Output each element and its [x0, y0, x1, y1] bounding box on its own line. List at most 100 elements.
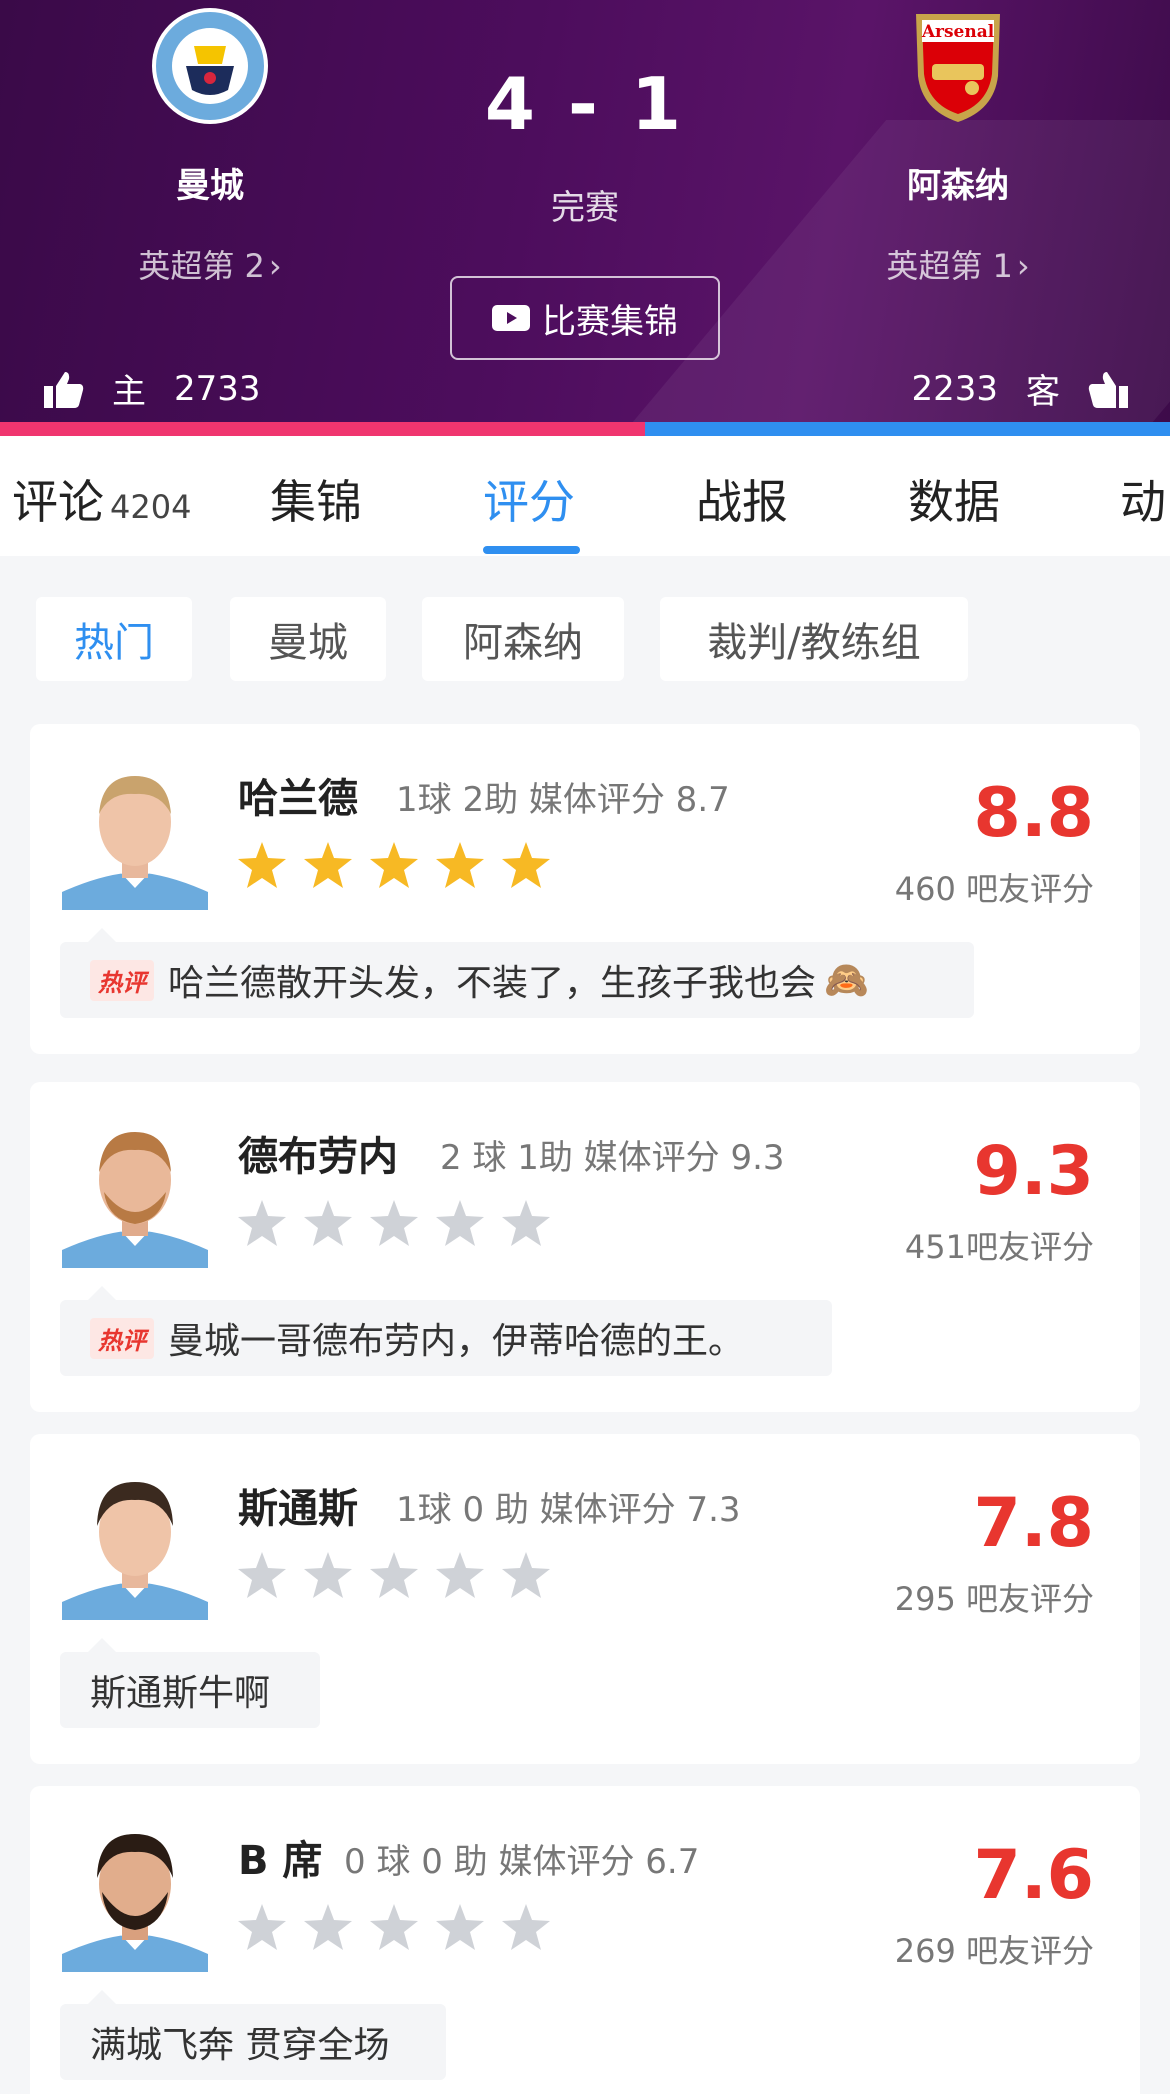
- highlights-button[interactable]: 比赛集锦: [450, 276, 720, 360]
- hot-comment[interactable]: 热评 哈兰德散开头发，不装了，生孩子我也会 🙈: [60, 928, 974, 1018]
- player-avatar: [62, 1474, 208, 1620]
- tab-highlights[interactable]: 集锦: [270, 466, 362, 532]
- star-rating[interactable]: [238, 842, 568, 888]
- filter-hot[interactable]: 热门: [36, 597, 192, 681]
- hot-comment[interactable]: 斯通斯牛啊: [60, 1638, 320, 1728]
- filter-man-city[interactable]: 曼城: [230, 597, 386, 681]
- filter-referee-coaches[interactable]: 裁判/教练组: [660, 597, 968, 681]
- comment-text: 满城飞奔 贯穿全场: [90, 2025, 390, 2066]
- chevron-right-icon: ›: [1016, 247, 1030, 285]
- player-card[interactable]: 斯通斯 1球 0 助 媒体评分 7.3 7.8 295 吧友评分 斯通斯牛啊: [30, 1434, 1140, 1764]
- star-icon[interactable]: [502, 842, 550, 888]
- tab-report[interactable]: 战报: [696, 466, 788, 532]
- active-tab-indicator: [483, 546, 580, 554]
- away-team-name: 阿森纳: [907, 166, 1009, 206]
- player-stats: 2 球 1助 媒体评分 9.3: [440, 1138, 785, 1178]
- home-team[interactable]: 曼城 英超第 2 ›: [60, 0, 360, 287]
- svg-text:Arsenal: Arsenal: [921, 22, 995, 42]
- video-icon: [492, 305, 530, 331]
- thumbs-up-icon: [44, 371, 84, 408]
- player-name: 德布劳内: [238, 1134, 398, 1180]
- home-team-name: 曼城: [176, 166, 244, 206]
- player-name: 斯通斯: [238, 1486, 358, 1532]
- star-icon[interactable]: [502, 1200, 550, 1246]
- player-card[interactable]: 德布劳内 2 球 1助 媒体评分 9.3 9.3 451吧友评分 热评 曼城一哥…: [30, 1082, 1140, 1412]
- player-name: B 席: [238, 1838, 323, 1884]
- star-rating[interactable]: [238, 1552, 568, 1598]
- star-icon[interactable]: [238, 1200, 286, 1246]
- match-header: 曼城 英超第 2 › 4 - 1 完赛 Arsenal 阿森纳 英超第 1 › 比赛…: [0, 0, 1170, 422]
- away-vote-count: 2233: [911, 368, 998, 409]
- star-rating[interactable]: [238, 1904, 568, 1950]
- star-icon[interactable]: [436, 1904, 484, 1950]
- highlights-button-label: 比赛集锦: [542, 301, 678, 342]
- tab-live[interactable]: 动: [1120, 466, 1166, 532]
- tab-ratings[interactable]: 评分: [483, 466, 575, 532]
- star-icon[interactable]: [304, 1200, 352, 1246]
- player-stats: 1球 0 助 媒体评分 7.3: [396, 1490, 741, 1530]
- away-vote[interactable]: 2233 客: [911, 364, 1128, 413]
- star-icon[interactable]: [502, 1552, 550, 1598]
- star-icon[interactable]: [238, 1904, 286, 1950]
- hot-comment-badge: 热评: [90, 1317, 154, 1359]
- fan-vote-count: 269 吧友评分: [894, 1932, 1094, 1970]
- player-stats: 1球 2助 媒体评分 8.7: [396, 780, 730, 820]
- thumbs-up-icon: [1088, 371, 1128, 408]
- star-icon[interactable]: [436, 1552, 484, 1598]
- home-vote-count: 2733: [174, 368, 261, 409]
- fan-rating: 9.3: [973, 1132, 1094, 1211]
- star-icon[interactable]: [370, 1552, 418, 1598]
- arsenal-crest-icon: Arsenal: [898, 6, 1018, 126]
- match-status: 完赛: [551, 188, 619, 228]
- star-icon[interactable]: [370, 1904, 418, 1950]
- filter-arsenal[interactable]: 阿森纳: [422, 597, 624, 681]
- fan-rating: 7.6: [973, 1836, 1094, 1915]
- hot-comment-badge: 热评: [90, 959, 154, 1001]
- hot-comment[interactable]: 满城飞奔 贯穿全场: [60, 1990, 446, 2080]
- comment-count: 4204: [110, 488, 192, 526]
- fan-rating: 7.8: [973, 1484, 1094, 1563]
- player-avatar: [62, 764, 208, 910]
- tab-comments-label: 评论: [12, 475, 104, 529]
- player-avatar: [62, 1122, 208, 1268]
- fan-vote-count: 460 吧友评分: [894, 870, 1094, 908]
- star-icon[interactable]: [238, 842, 286, 888]
- player-card[interactable]: B 席 0 球 0 助 媒体评分 6.7 7.6 269 吧友评分 满城飞奔 贯…: [30, 1786, 1140, 2094]
- hot-comment[interactable]: 热评 曼城一哥德布劳内，伊蒂哈德的王。: [60, 1286, 832, 1376]
- player-name: 哈兰德: [238, 776, 358, 822]
- home-vote-label: 主: [112, 372, 146, 412]
- man-city-crest-icon: [150, 6, 270, 126]
- player-avatar: [62, 1826, 208, 1972]
- star-rating[interactable]: [238, 1200, 568, 1246]
- tab-stats[interactable]: 数据: [908, 466, 1000, 532]
- star-icon[interactable]: [304, 1904, 352, 1950]
- star-icon[interactable]: [304, 1552, 352, 1598]
- away-team[interactable]: Arsenal 阿森纳 英超第 1 ›: [808, 0, 1108, 287]
- player-card[interactable]: 哈兰德 1球 2助 媒体评分 8.7 8.8 460 吧友评分 热评 哈兰德散开…: [30, 724, 1140, 1054]
- away-rank-text: 英超第 1: [886, 247, 1013, 285]
- chevron-right-icon: ›: [268, 247, 282, 285]
- home-team-rank[interactable]: 英超第 2 ›: [60, 241, 360, 287]
- star-icon[interactable]: [370, 1200, 418, 1246]
- match-score: 4 - 1: [484, 62, 686, 146]
- comment-text: 斯通斯牛啊: [90, 1673, 271, 1714]
- comment-text: 哈兰德散开头发，不装了，生孩子我也会: [168, 963, 817, 1004]
- home-vote[interactable]: 主 2733: [44, 364, 261, 413]
- emoji-icon: 🙈: [824, 960, 869, 1001]
- star-icon[interactable]: [238, 1552, 286, 1598]
- fan-vote-count: 295 吧友评分: [894, 1580, 1094, 1618]
- comment-text: 曼城一哥德布劳内，伊蒂哈德的王。: [168, 1321, 745, 1362]
- star-icon[interactable]: [502, 1904, 550, 1950]
- tab-bar: 评论 4204 集锦 评分 战报 数据 动: [0, 436, 1170, 556]
- away-vote-bar: [645, 422, 1170, 436]
- away-vote-label: 客: [1026, 372, 1060, 412]
- star-icon[interactable]: [370, 842, 418, 888]
- star-icon[interactable]: [436, 842, 484, 888]
- star-icon[interactable]: [304, 842, 352, 888]
- home-vote-bar: [0, 422, 645, 436]
- away-team-rank[interactable]: 英超第 1 ›: [808, 241, 1108, 287]
- star-icon[interactable]: [436, 1200, 484, 1246]
- player-stats: 0 球 0 助 媒体评分 6.7: [344, 1842, 700, 1882]
- fan-rating: 8.8: [973, 774, 1094, 853]
- tab-comments[interactable]: 评论 4204: [12, 466, 191, 532]
